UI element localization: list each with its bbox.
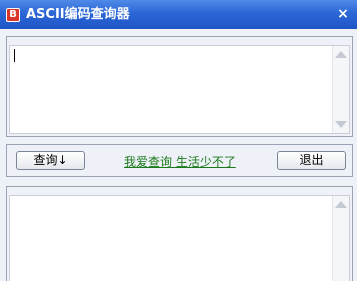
title-bar[interactable]: B ASCII编码查询器 × (0, 0, 357, 29)
input-textarea[interactable] (9, 45, 350, 134)
query-button[interactable]: 查询↓ (16, 151, 85, 170)
scroll-down-arrow-icon[interactable] (335, 121, 347, 128)
close-icon[interactable]: × (335, 6, 351, 22)
input-panel (6, 36, 353, 137)
scroll-up-arrow-icon[interactable] (335, 51, 347, 58)
input-scrollbar[interactable] (332, 46, 349, 133)
output-panel (6, 186, 353, 281)
exit-button[interactable]: 退出 (277, 151, 346, 170)
promo-link[interactable]: 我爱查询 生活少不了 (124, 153, 236, 170)
action-bar: 查询↓ 我爱查询 生活少不了 退出 (6, 144, 353, 177)
output-scrollbar[interactable] (332, 196, 349, 281)
app-icon: B (6, 8, 20, 22)
app-window: B ASCII编码查询器 × 查询↓ 我爱查询 生活少不了 退出 (0, 0, 357, 281)
output-textarea[interactable] (9, 195, 350, 281)
text-caret (14, 49, 15, 62)
scroll-up-arrow-icon[interactable] (335, 201, 347, 208)
window-title: ASCII编码查询器 (26, 7, 130, 22)
app-icon-glyph: B (9, 9, 17, 20)
